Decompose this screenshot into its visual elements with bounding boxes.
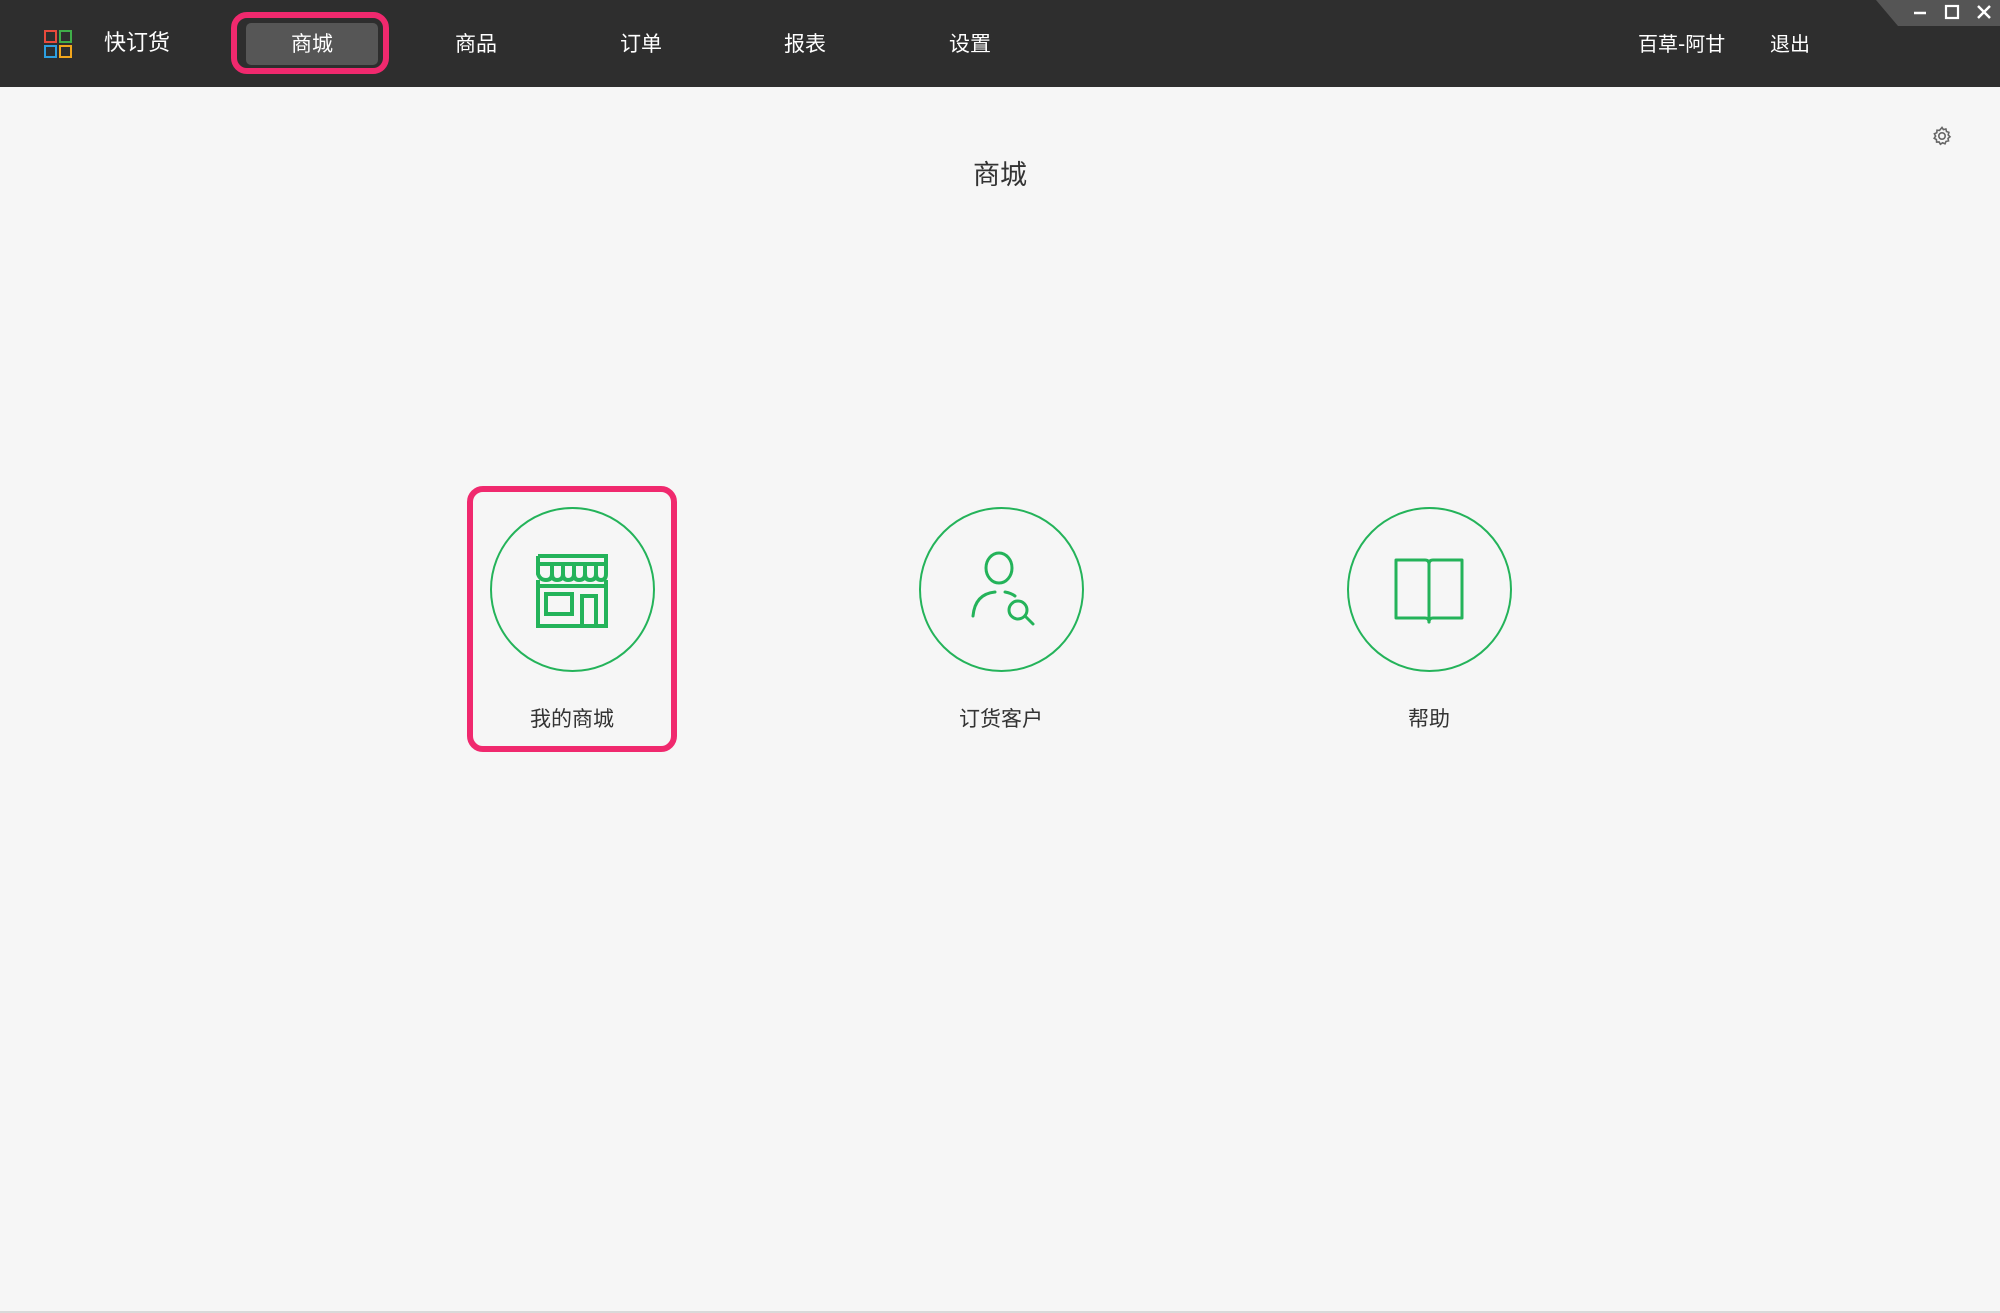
tile-ordering-customers[interactable]: 订货客户: [916, 507, 1086, 734]
close-icon[interactable]: [1970, 0, 1998, 26]
user-name[interactable]: 百草-阿甘: [1638, 27, 1725, 61]
top-nav-bar: 快订货 商城 商品 订单 报表 设置 百草-阿甘 退出: [0, 0, 2000, 87]
gear-icon[interactable]: [1930, 124, 1954, 148]
nav-tab-reports[interactable]: 报表: [739, 23, 871, 65]
minimize-icon[interactable]: [1906, 0, 1934, 26]
app-name: 快订货: [104, 31, 171, 56]
tile-help[interactable]: 帮助: [1344, 507, 1514, 734]
tile-circle: [489, 507, 655, 672]
page-title: 商城: [973, 160, 1027, 191]
nav-tab-orders[interactable]: 订单: [575, 23, 707, 65]
maximize-icon[interactable]: [1938, 0, 1966, 26]
tile-label-ordering-customers: 订货客户: [959, 707, 1043, 731]
tile-label-help: 帮助: [1408, 707, 1450, 731]
tile-circle: [1346, 507, 1512, 672]
tile-my-mall[interactable]: 我的商城: [487, 507, 657, 734]
nav-tab-settings[interactable]: 设置: [904, 23, 1036, 65]
nav-tab-mall[interactable]: 商城: [246, 23, 378, 65]
logout-button[interactable]: 退出: [1770, 27, 1810, 61]
tile-label-my-mall: 我的商城: [530, 707, 614, 731]
nav-tab-products[interactable]: 商品: [410, 23, 542, 65]
tile-circle: [918, 507, 1084, 672]
window-controls: [1876, 0, 2000, 26]
app-grid-logo-icon: [44, 30, 72, 58]
